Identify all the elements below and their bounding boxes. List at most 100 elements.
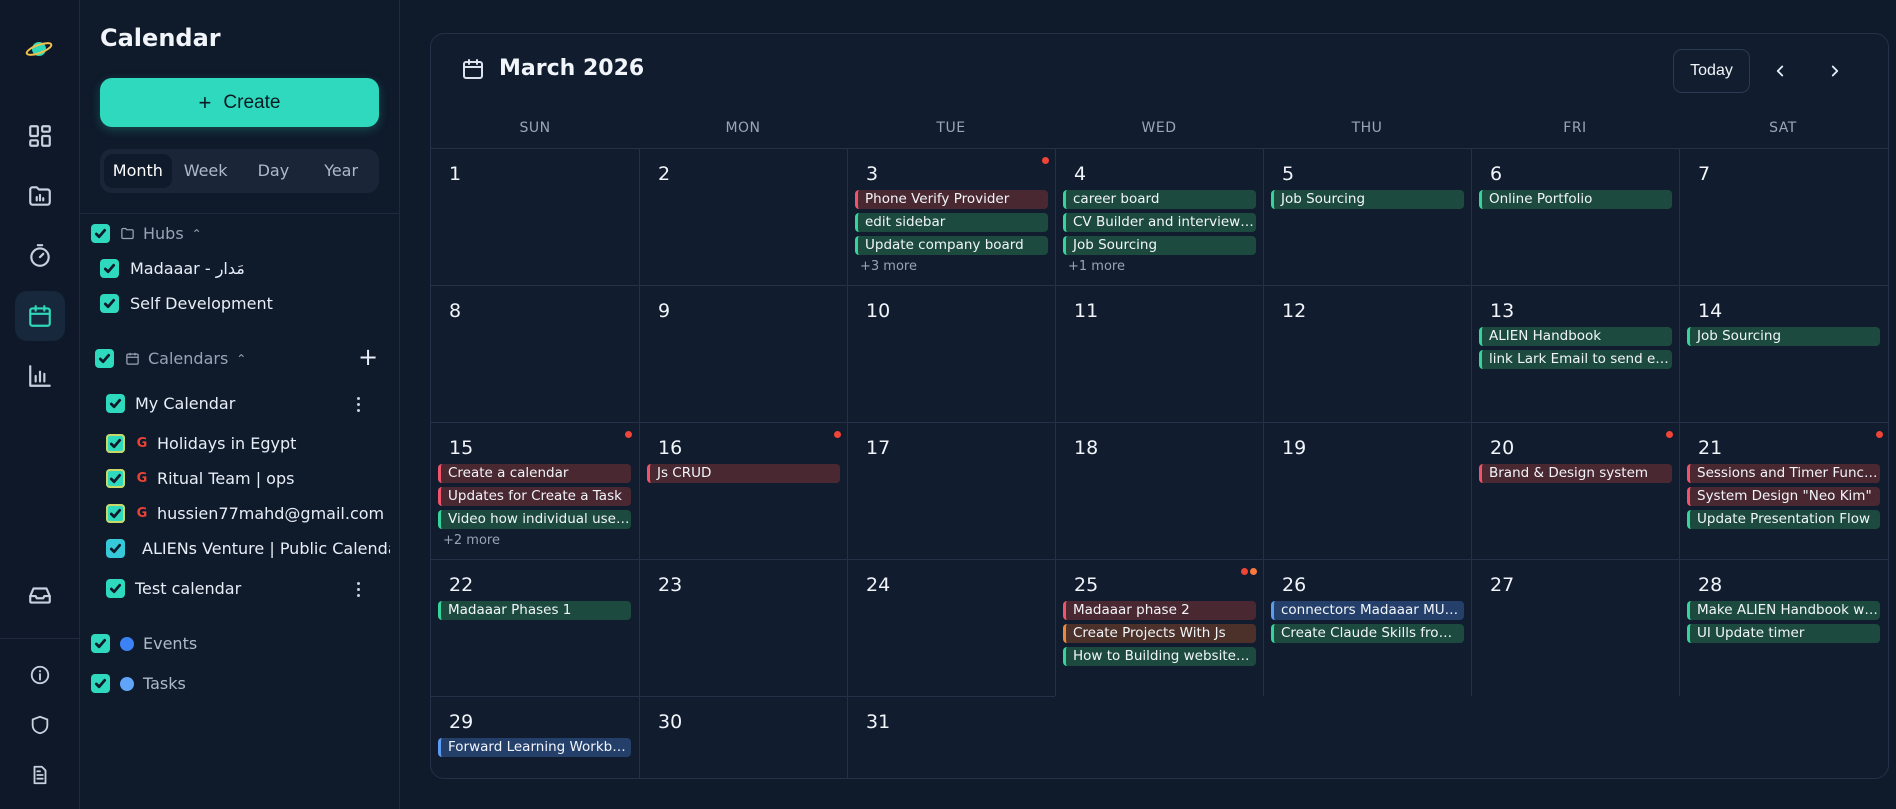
tasks-filter-label[interactable]: Tasks — [143, 674, 186, 693]
document-icon[interactable] — [15, 750, 65, 800]
event-chip[interactable]: System Design "Neo Kim" — [1687, 487, 1880, 506]
day-cell[interactable]: 20 Brand & Design system — [1471, 422, 1679, 559]
day-cell[interactable]: 7 — [1679, 148, 1888, 285]
calendars-section-toggle[interactable]: Calendars ⌃ — [125, 349, 246, 368]
info-icon[interactable] — [15, 650, 65, 700]
day-cell[interactable]: 9 — [639, 285, 847, 422]
event-chip[interactable]: Job Sourcing — [1063, 236, 1256, 255]
hub-checkbox-self-development[interactable] — [100, 294, 119, 313]
events-checkbox[interactable] — [91, 634, 110, 653]
event-chip[interactable]: Online Portfolio — [1479, 190, 1672, 209]
day-cell[interactable]: 1 — [431, 148, 639, 285]
day-cell[interactable]: 15 Create a calendar Updates for Create a … — [431, 422, 639, 559]
events-filter-label[interactable]: Events — [143, 634, 197, 653]
day-cell[interactable]: 2 — [639, 148, 847, 285]
calendar-label-gmail[interactable]: hussien77mahd@gmail.com — [157, 504, 392, 523]
calendar-label-holidays[interactable]: Holidays in Egypt — [157, 434, 296, 453]
day-cell[interactable]: 24 — [847, 559, 1055, 696]
day-cell[interactable]: 19 — [1263, 422, 1471, 559]
day-cell[interactable]: 28 Make ALIEN Handbook wo... UI Update tim… — [1679, 559, 1888, 696]
hub-label-self-development[interactable]: Self Development — [130, 294, 273, 313]
event-chip[interactable]: Update company board — [855, 236, 1048, 255]
event-chip[interactable]: Forward Learning Workbo... — [438, 738, 631, 757]
day-cell[interactable]: 5 Job Sourcing — [1263, 148, 1471, 285]
event-chip[interactable]: CV Builder and interview p... — [1063, 213, 1256, 232]
hub-label-madaaar[interactable]: Madaaar - مَدار — [130, 259, 245, 278]
dashboard-icon[interactable] — [15, 111, 65, 161]
day-cell[interactable]: 13 ALIEN Handbook link Lark Email to send … — [1471, 285, 1679, 422]
calendar-label-ritual-team[interactable]: Ritual Team | ops — [157, 469, 294, 488]
event-chip[interactable]: Brand & Design system — [1479, 464, 1672, 483]
event-chip[interactable]: Create a calendar — [438, 464, 631, 483]
event-chip[interactable]: Madaaar Phases 1 — [438, 601, 631, 620]
next-month-button[interactable] — [1818, 54, 1852, 88]
event-chip[interactable]: Make ALIEN Handbook wo... — [1687, 601, 1880, 620]
event-chip[interactable]: Job Sourcing — [1271, 190, 1464, 209]
event-chip[interactable]: How to Building websites |... — [1063, 647, 1256, 666]
day-cell[interactable]: 18 — [1055, 422, 1263, 559]
calendar-checkbox-ritual-team[interactable] — [106, 469, 125, 488]
my-calendar-more-icon[interactable] — [348, 394, 368, 414]
day-cell[interactable]: 12 — [1263, 285, 1471, 422]
day-cell[interactable]: 22 Madaaar Phases 1 — [431, 559, 639, 696]
calendar-checkbox-gmail[interactable] — [106, 504, 125, 523]
event-chip[interactable]: ALIEN Handbook — [1479, 327, 1672, 346]
day-cell[interactable]: 26 connectors Madaaar MUST... Create Claud… — [1263, 559, 1471, 696]
event-chip[interactable]: connectors Madaaar MUST... — [1271, 601, 1464, 620]
planet-logo-icon[interactable] — [24, 34, 54, 64]
event-chip[interactable]: Create Projects With Js — [1063, 624, 1256, 643]
timer-icon[interactable] — [15, 231, 65, 281]
today-button[interactable]: Today — [1673, 49, 1750, 93]
more-events-link[interactable]: +2 more — [443, 533, 500, 548]
more-events-link[interactable]: +3 more — [860, 259, 917, 274]
add-calendar-icon[interactable]: + — [358, 343, 378, 371]
hub-checkbox-madaaar[interactable] — [100, 259, 119, 278]
calendar-label-test[interactable]: Test calendar — [135, 579, 241, 598]
hubs-checkbox[interactable] — [91, 224, 110, 243]
event-chip[interactable]: Phone Verify Provider — [855, 190, 1048, 209]
test-calendar-more-icon[interactable] — [348, 579, 368, 599]
day-cell[interactable]: 29 Forward Learning Workbo... — [431, 696, 639, 778]
calendars-checkbox[interactable] — [95, 349, 114, 368]
hubs-section-toggle[interactable]: Hubs ⌃ — [120, 224, 202, 243]
day-cell[interactable]: 8 — [431, 285, 639, 422]
calendar-label-my-calendar[interactable]: My Calendar — [135, 394, 235, 413]
folder-chart-icon[interactable] — [15, 171, 65, 221]
calendar-checkbox-aliens-venture[interactable] — [106, 539, 125, 558]
day-cell[interactable]: 4 career board CV Builder and interview p.… — [1055, 148, 1263, 285]
day-cell[interactable]: 6 Online Portfolio — [1471, 148, 1679, 285]
event-chip[interactable]: Js CRUD — [647, 464, 840, 483]
inbox-tray-icon[interactable] — [15, 570, 65, 620]
day-cell[interactable]: 23 — [639, 559, 847, 696]
day-cell[interactable]: 25 Madaaar phase 2 Create Projects With Js… — [1055, 559, 1263, 696]
event-chip[interactable]: career board — [1063, 190, 1256, 209]
day-cell[interactable]: 14 Job Sourcing — [1679, 285, 1888, 422]
analytics-icon[interactable] — [15, 351, 65, 401]
event-chip[interactable]: UI Update timer — [1687, 624, 1880, 643]
more-events-link[interactable]: +1 more — [1068, 259, 1125, 274]
calendar-label-aliens-venture[interactable]: ALIENs Venture | Public Calendar — [142, 539, 390, 558]
day-cell[interactable]: 17 — [847, 422, 1055, 559]
calendar-checkbox-test[interactable] — [106, 579, 125, 598]
view-month[interactable]: Month — [104, 154, 172, 188]
event-chip[interactable]: Update Presentation Flow — [1687, 510, 1880, 529]
shield-icon[interactable] — [15, 700, 65, 750]
prev-month-button[interactable] — [1763, 54, 1797, 88]
day-cell[interactable]: 21 Sessions and Timer Functi... System Des… — [1679, 422, 1888, 559]
tasks-checkbox[interactable] — [91, 674, 110, 693]
day-cell[interactable]: 31 — [847, 696, 1055, 778]
calendar-checkbox-my-calendar[interactable] — [106, 394, 125, 413]
day-cell[interactable]: 27 — [1471, 559, 1679, 696]
calendar-nav-icon[interactable] — [15, 291, 65, 341]
event-chip[interactable]: Madaaar phase 2 — [1063, 601, 1256, 620]
event-chip[interactable]: edit sidebar — [855, 213, 1048, 232]
event-chip[interactable]: Video how individual use ... — [438, 510, 631, 529]
calendar-checkbox-holidays[interactable] — [106, 434, 125, 453]
event-chip[interactable]: Job Sourcing — [1687, 327, 1880, 346]
event-chip[interactable]: Create Claude Skills from t... — [1271, 624, 1464, 643]
create-button[interactable]: + Create — [100, 78, 379, 127]
day-cell[interactable]: 30 — [639, 696, 847, 778]
event-chip[interactable]: Updates for Create a Task — [438, 487, 631, 506]
view-year[interactable]: Year — [307, 154, 375, 188]
view-day[interactable]: Day — [240, 154, 308, 188]
